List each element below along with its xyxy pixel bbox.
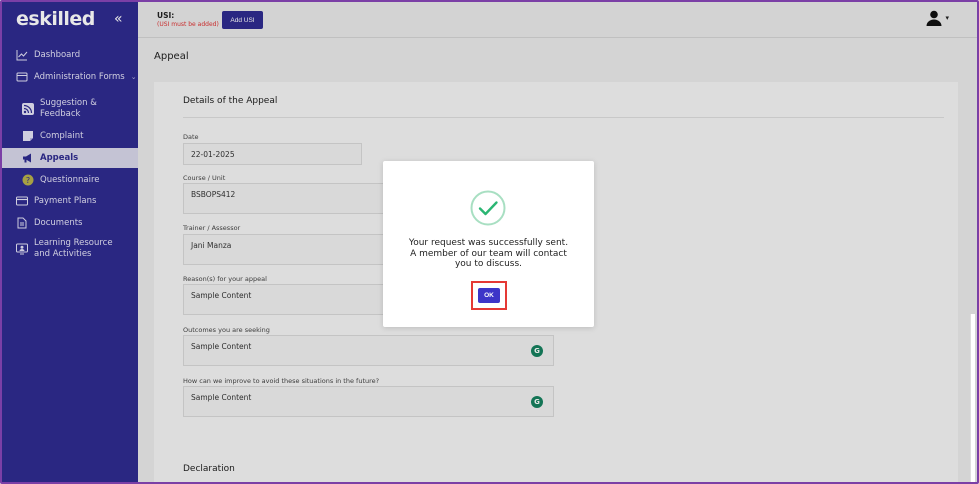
message-line: you to discuss. xyxy=(454,259,523,269)
ok-button-highlight: OK xyxy=(471,281,507,310)
success-check-icon xyxy=(470,190,506,226)
message-line: A member of our team will contact xyxy=(410,248,567,259)
message-line: Your request was successfully sent. xyxy=(408,238,569,248)
success-message: Your request was successfully sent. A me… xyxy=(397,238,580,270)
scrollbar[interactable] xyxy=(970,314,975,482)
success-dialog: Your request was successfully sent. A me… xyxy=(383,161,594,327)
app-window: eskilled « Dashboard Administration Form… xyxy=(0,0,979,484)
ok-button[interactable]: OK xyxy=(478,288,500,303)
